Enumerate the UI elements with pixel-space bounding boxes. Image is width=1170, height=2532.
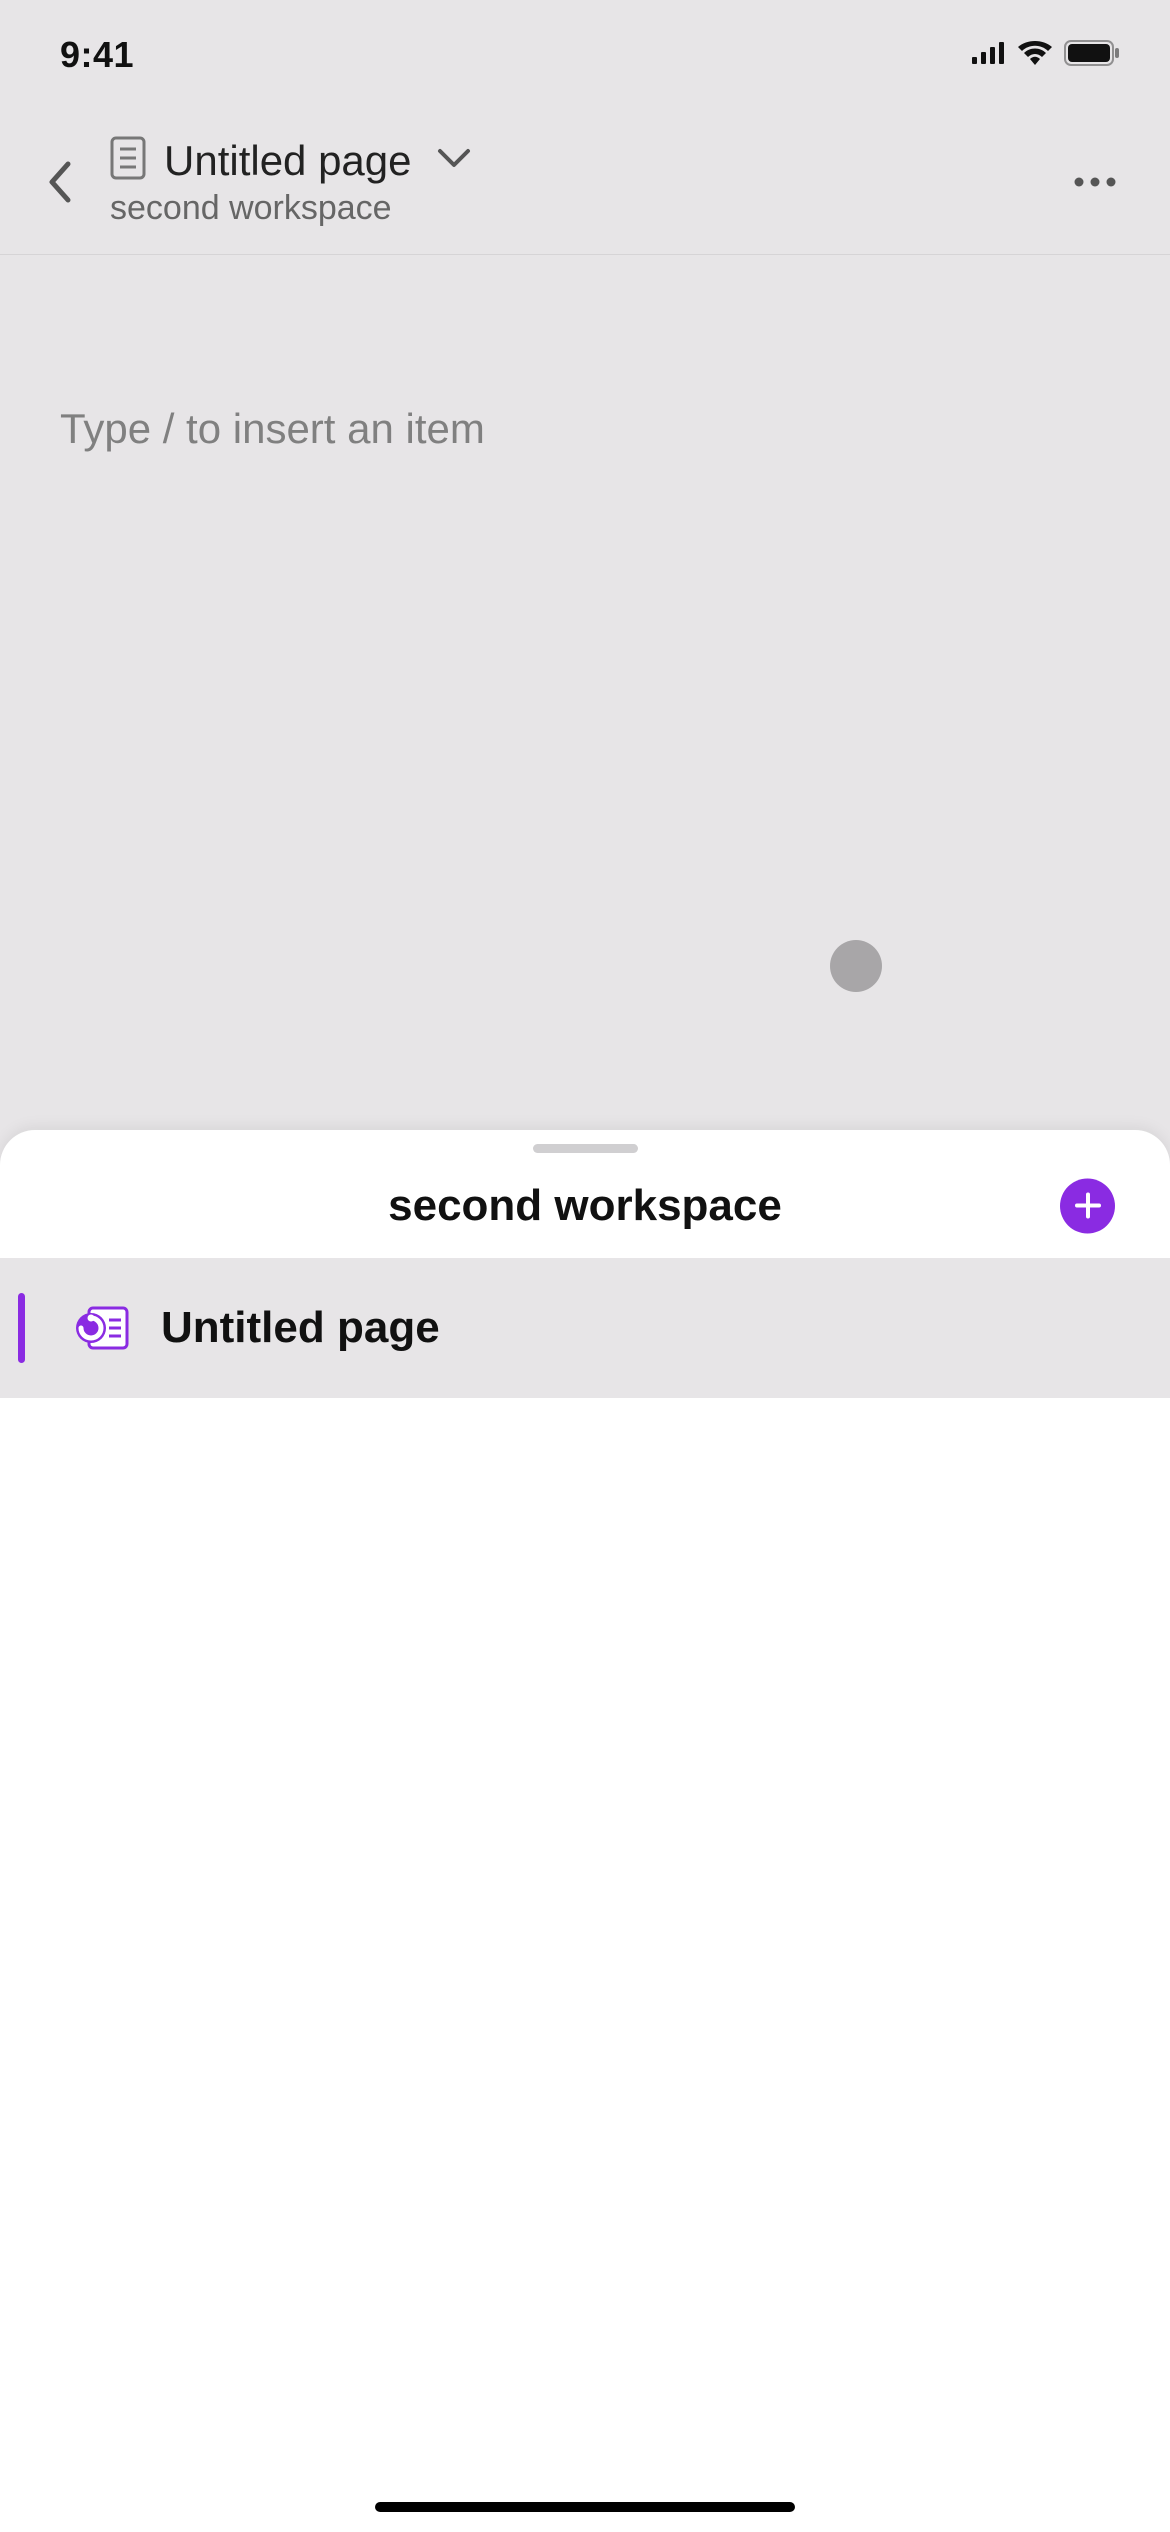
- page-header: Untitled page second workspace: [0, 110, 1170, 255]
- editor-placeholder: Type / to insert an item: [60, 405, 1110, 453]
- editor-area[interactable]: Type / to insert an item: [0, 255, 1170, 453]
- workspace-sheet: second workspace Untitled page: [0, 1130, 1170, 2532]
- back-button[interactable]: [30, 152, 90, 212]
- add-page-button[interactable]: [1060, 1178, 1115, 1233]
- page-title: Untitled page: [164, 137, 412, 185]
- status-bar: 9:41: [0, 0, 1170, 110]
- home-indicator[interactable]: [375, 2502, 795, 2512]
- plus-icon: [1073, 1191, 1103, 1221]
- chevron-left-icon: [46, 160, 74, 204]
- chevron-down-icon: [436, 147, 472, 174]
- sheet-title: second workspace: [388, 1181, 782, 1231]
- page-list-item[interactable]: Untitled page: [0, 1258, 1170, 1398]
- cursor-indicator: [830, 940, 882, 992]
- workspace-subtitle: second workspace: [110, 189, 1060, 228]
- status-time: 9:41: [60, 34, 134, 76]
- page-item-label: Untitled page: [161, 1303, 440, 1353]
- ellipsis-icon: [1073, 176, 1117, 188]
- page-list: Untitled page: [0, 1258, 1170, 1398]
- sheet-header: second workspace: [0, 1153, 1170, 1258]
- cellular-signal-icon: [972, 42, 1006, 69]
- title-block: Untitled page second workspace: [100, 136, 1060, 228]
- page-icon: [110, 136, 146, 185]
- wifi-icon: [1018, 41, 1052, 70]
- status-indicators: [972, 40, 1120, 71]
- sheet-grabber[interactable]: [533, 1144, 638, 1153]
- page-item-icon: [73, 1302, 133, 1354]
- title-row[interactable]: Untitled page: [110, 136, 1060, 185]
- battery-icon: [1064, 40, 1120, 71]
- more-options-button[interactable]: [1060, 147, 1130, 217]
- active-indicator: [18, 1293, 25, 1363]
